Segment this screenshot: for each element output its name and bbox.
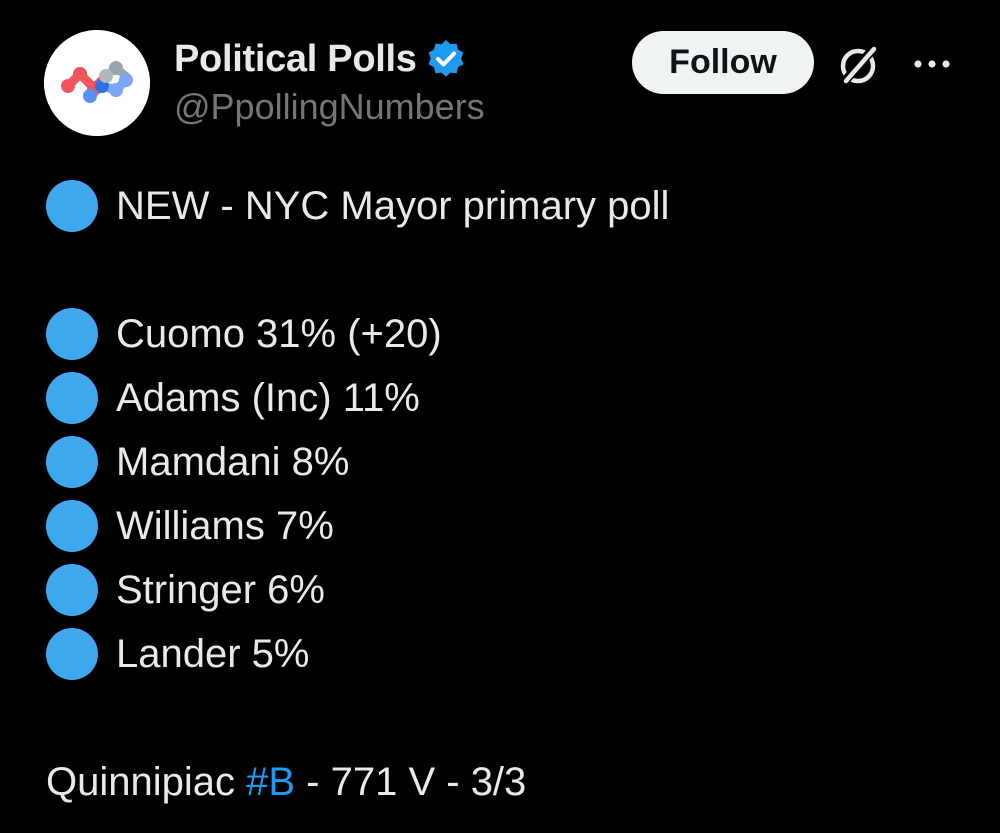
blue-circle-icon bbox=[46, 628, 98, 680]
blue-circle-icon bbox=[46, 564, 98, 616]
result-line: Stringer 6% bbox=[46, 558, 669, 622]
source-details: - 771 V - 3/3 bbox=[295, 760, 527, 804]
follow-button[interactable]: Follow bbox=[632, 31, 814, 94]
blue-circle-icon bbox=[46, 500, 98, 552]
result-line: Lander 5% bbox=[46, 622, 669, 686]
blue-circle-icon bbox=[46, 308, 98, 360]
result-text: Mamdani 8% bbox=[116, 440, 350, 484]
result-line: Mamdani 8% bbox=[46, 430, 669, 494]
tweet-text: NEW - NYC Mayor primary poll Cuomo 31% (… bbox=[46, 174, 669, 814]
headline-text: NEW - NYC Mayor primary poll bbox=[116, 184, 670, 228]
blue-circle-icon bbox=[46, 180, 98, 232]
avatar[interactable] bbox=[44, 30, 150, 136]
blue-circle-icon bbox=[46, 372, 98, 424]
grok-icon[interactable] bbox=[834, 40, 884, 90]
result-line: Adams (Inc) 11% bbox=[46, 366, 669, 430]
result-text: Stringer 6% bbox=[116, 568, 325, 612]
result-text: Adams (Inc) 11% bbox=[116, 376, 420, 420]
author-display-name[interactable]: Political Polls bbox=[174, 38, 417, 81]
result-text: Lander 5% bbox=[116, 632, 310, 676]
hashtag-link[interactable]: #B bbox=[246, 750, 295, 814]
result-line: Cuomo 31% (+20) bbox=[46, 302, 669, 366]
source-line: Quinnipiac #B - 771 V - 3/3 bbox=[46, 750, 669, 814]
author-name-row[interactable]: Political Polls bbox=[174, 34, 467, 84]
network-logo-icon bbox=[44, 30, 150, 136]
verified-badge-icon bbox=[428, 40, 463, 77]
source-text: Quinnipiac bbox=[46, 760, 247, 804]
headline-line: NEW - NYC Mayor primary poll bbox=[46, 174, 669, 238]
blue-circle-icon bbox=[46, 436, 98, 488]
result-text: Williams 7% bbox=[116, 504, 334, 548]
more-icon[interactable] bbox=[908, 44, 956, 84]
author-handle[interactable]: @PpollingNumbers bbox=[174, 86, 485, 128]
result-line: Williams 7% bbox=[46, 494, 669, 558]
result-text: Cuomo 31% (+20) bbox=[116, 312, 442, 356]
